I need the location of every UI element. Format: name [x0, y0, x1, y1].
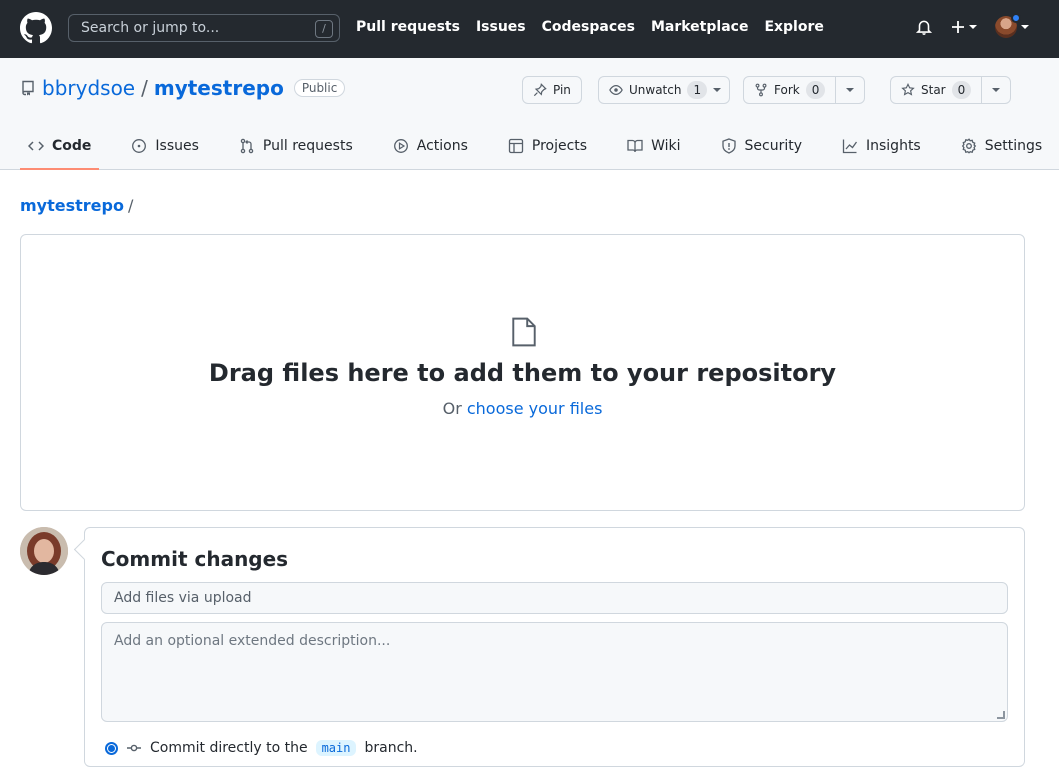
tab-pull-requests[interactable]: Pull requests [231, 126, 361, 166]
commit-summary-input[interactable]: Add files via upload [101, 582, 1008, 614]
radio-selected-icon[interactable] [105, 741, 118, 755]
repo-name-link[interactable]: mytestrepo [154, 76, 284, 100]
choose-files-link[interactable]: choose your files [467, 399, 603, 418]
summary-placeholder: Add files via upload [114, 590, 252, 606]
avatar [995, 13, 1021, 38]
nav-pull-requests[interactable]: Pull requests [356, 19, 460, 35]
search-shortcut-key: / [315, 20, 333, 38]
fork-button[interactable]: Fork 0 [743, 76, 866, 104]
star-icon [901, 83, 915, 96]
watch-count: 1 [687, 81, 708, 99]
tab-label: Code [52, 138, 92, 154]
shield-icon [721, 138, 736, 154]
star-dropdown-button[interactable] [981, 77, 1010, 103]
user-menu-button[interactable] [995, 13, 1029, 38]
visibility-badge: Public [293, 79, 346, 97]
search-input[interactable]: Search or jump to... / [68, 14, 340, 42]
star-label: Star [921, 83, 946, 97]
tab-label: Security [744, 138, 803, 154]
header-actions [915, 13, 1029, 38]
tab-issues[interactable]: Issues [123, 126, 207, 166]
tab-label: Settings [984, 138, 1043, 154]
tab-label: Wiki [651, 138, 681, 154]
tab-settings[interactable]: Settings [953, 126, 1050, 166]
description-placeholder: Add an optional extended description... [114, 633, 391, 649]
plus-icon [952, 21, 964, 33]
branch-name: main [315, 740, 357, 756]
chevron-down-icon [846, 88, 855, 92]
book-icon [627, 139, 643, 153]
code-icon [28, 141, 44, 151]
branch-suffix: branch. [364, 740, 418, 756]
status-dot [1011, 13, 1021, 23]
repo-owner-link[interactable]: bbrydsoe [42, 76, 135, 100]
repo-separator: / [141, 76, 148, 100]
eye-icon [609, 85, 623, 95]
resize-handle-icon[interactable] [997, 711, 1005, 719]
user-photo [20, 527, 68, 575]
pin-button[interactable]: Pin [522, 76, 582, 104]
chevron-down-icon [713, 88, 722, 92]
tab-projects[interactable]: Projects [500, 126, 595, 166]
nav-codespaces[interactable]: Codespaces [542, 19, 635, 35]
file-icon [512, 317, 536, 347]
commit-description-textarea[interactable]: Add an optional extended description... [101, 622, 1008, 722]
breadcrumb-repo-link[interactable]: mytestrepo [20, 196, 124, 215]
tab-label: Projects [531, 138, 588, 154]
gear-icon [961, 138, 976, 154]
global-nav: Pull requests Issues Codespaces Marketpl… [356, 19, 824, 35]
repo-header: bbrydsoe / mytestrepo Public Pin Unwatch… [0, 58, 1059, 170]
avatar [20, 527, 68, 575]
dropzone-prefix: Or [442, 399, 462, 418]
pin-icon [533, 83, 547, 97]
unwatch-label: Unwatch [629, 83, 682, 97]
table-icon [508, 138, 524, 154]
commit-changes-box: Commit changes Add files via upload Add … [84, 527, 1025, 767]
tab-label: Insights [866, 138, 921, 154]
chevron-down-icon [992, 88, 1001, 92]
breadcrumb: mytestrepo / [20, 196, 133, 215]
pull-request-icon [240, 138, 254, 154]
tab-label: Pull requests [262, 138, 353, 154]
github-logo-icon[interactable] [20, 12, 52, 44]
unwatch-button[interactable]: Unwatch 1 [598, 76, 731, 104]
star-button[interactable]: Star 0 [890, 76, 1012, 104]
tab-wiki[interactable]: Wiki [619, 126, 688, 166]
tab-insights[interactable]: Insights [834, 126, 929, 166]
create-new-button[interactable] [951, 20, 977, 34]
chevron-down-icon [1021, 25, 1029, 29]
fork-count: 0 [805, 81, 826, 99]
fork-dropdown-button[interactable] [835, 77, 864, 103]
tab-label: Issues [155, 138, 199, 154]
global-header: Search or jump to... / Pull requests Iss… [0, 0, 1059, 58]
fork-icon [755, 83, 767, 97]
nav-explore[interactable]: Explore [764, 19, 823, 35]
issue-icon [132, 139, 147, 153]
file-dropzone[interactable]: Drag files here to add them to your repo… [20, 234, 1025, 511]
graph-icon [842, 139, 858, 154]
pin-label: Pin [553, 83, 571, 97]
fork-label: Fork [774, 83, 800, 97]
tab-label: Actions [416, 138, 468, 154]
bell-icon[interactable] [915, 17, 933, 37]
chevron-down-icon [969, 25, 977, 29]
search-placeholder: Search or jump to... [81, 20, 220, 36]
branch-prefix: Commit directly to the [150, 740, 308, 756]
nav-issues[interactable]: Issues [476, 19, 526, 35]
nav-marketplace[interactable]: Marketplace [651, 19, 748, 35]
dropzone-title: Drag files here to add them to your repo… [208, 359, 837, 387]
repo-tabs: Code Issues Pull requests Actions Projec… [20, 126, 1050, 170]
tab-security[interactable]: Security [713, 126, 811, 166]
tab-code[interactable]: Code [20, 126, 100, 170]
dropzone-subtitle: Or choose your files [21, 399, 1024, 418]
commit-title: Commit changes [101, 547, 289, 571]
repo-title: bbrydsoe / mytestrepo Public [20, 76, 346, 100]
repo-icon [22, 80, 34, 96]
star-count: 0 [951, 81, 972, 99]
commit-icon [127, 744, 141, 752]
breadcrumb-separator: / [127, 196, 134, 215]
commit-directly-option[interactable]: Commit directly to the main branch. [105, 740, 418, 756]
tab-actions[interactable]: Actions [385, 126, 476, 166]
play-icon [393, 139, 408, 153]
